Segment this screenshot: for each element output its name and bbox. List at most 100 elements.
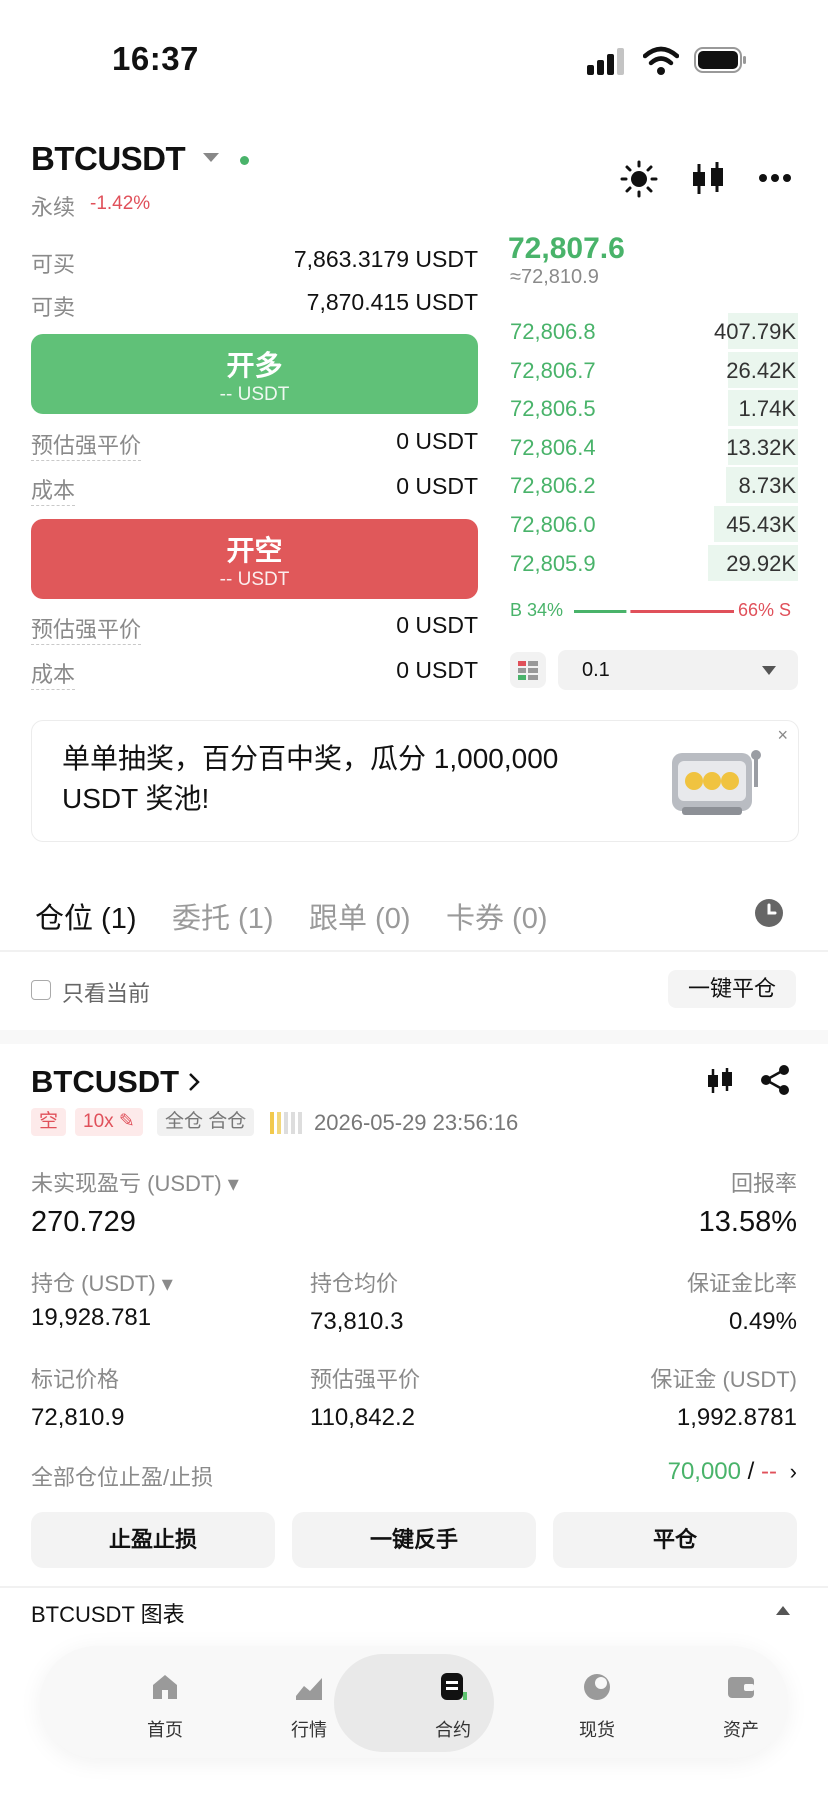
- short-liq-label: 预估强平价: [31, 617, 142, 645]
- short-cost-label: 成本: [31, 662, 76, 690]
- orderbook-bid-row[interactable]: 72,806.0 45.43K: [508, 506, 798, 542]
- bid-price: 72,805.9: [510, 550, 596, 576]
- nav-label-market: 行情: [291, 1720, 327, 1740]
- bid-quantity: 407.79K: [714, 319, 796, 344]
- nav-home[interactable]: 首页: [90, 1646, 240, 1758]
- history-clock-icon[interactable]: [754, 898, 784, 928]
- buy-sell-ratio-bar: [574, 610, 734, 613]
- orderbook-bid-row[interactable]: 72,806.4 13.32K: [508, 428, 798, 465]
- leverage-badge[interactable]: 10x ✎: [75, 1108, 143, 1136]
- tab-copy-trading[interactable]: 跟单 (0): [309, 895, 411, 937]
- market-icon: [296, 1678, 322, 1700]
- position-size-value: 19,928.781: [31, 1304, 152, 1331]
- nav-label-spot: 现货: [579, 1720, 615, 1740]
- orderbook-bid-row[interactable]: 72,806.7 26.42K: [508, 351, 798, 388]
- short-cost-value: 0 USDT: [396, 657, 478, 683]
- bid-price: 72,806.4: [510, 434, 596, 460]
- tpsl-label: 全部仓位止盈/止损: [31, 1465, 214, 1490]
- entry-price-label: 持仓均价: [310, 1271, 399, 1296]
- orderbook-layout-icon[interactable]: [510, 652, 546, 688]
- caret-up-icon[interactable]: [776, 1606, 790, 1615]
- tpsl-button[interactable]: 止盈止损: [31, 1512, 275, 1568]
- orderbook-bid-row[interactable]: 72,806.5 1.74K: [508, 390, 798, 427]
- unrealized-pnl-label[interactable]: 未实现盈亏 (USDT) ▾: [31, 1166, 239, 1198]
- open-long-button[interactable]: 开多 -- USDT: [31, 334, 478, 414]
- divider: [0, 1586, 828, 1588]
- position-size-label[interactable]: 持仓 (USDT) ▾: [31, 1266, 173, 1298]
- buy-available-value: 7,863.3179 USDT: [293, 246, 478, 272]
- buy-available-label: 可买: [31, 252, 76, 277]
- bid-price: 72,806.8: [510, 319, 596, 344]
- nav-spot[interactable]: 现货: [522, 1646, 672, 1758]
- share-icon[interactable]: [760, 1064, 790, 1096]
- futures-icon: [441, 1673, 467, 1700]
- long-liq-value: 0 USDT: [396, 428, 478, 454]
- bid-price: 72,806.7: [510, 357, 596, 383]
- nav-futures[interactable]: 合约: [378, 1646, 528, 1758]
- open-long-amount: -- USDT: [219, 384, 290, 405]
- liq-price-label: 预估强平价: [310, 1367, 421, 1392]
- nav-assets[interactable]: 资产: [666, 1646, 816, 1758]
- long-cost-label: 成本: [31, 478, 76, 506]
- nav-market[interactable]: 行情: [234, 1646, 384, 1758]
- symbol-title[interactable]: BTCUSDT: [31, 140, 186, 178]
- nav-label-futures: 合约: [435, 1720, 471, 1740]
- close-position-button[interactable]: 平仓: [553, 1512, 797, 1568]
- chevron-right-icon: ›: [789, 1459, 797, 1484]
- open-short-label: 开空: [226, 535, 283, 566]
- nav-label-home: 首页: [147, 1720, 183, 1740]
- stop-loss-value: --: [761, 1458, 777, 1485]
- roe-value: 13.58%: [698, 1206, 797, 1238]
- promo-banner[interactable]: 单单抽奖，百分百中奖，瓜分 1,000,000 USDT 奖池! ×: [31, 720, 799, 842]
- price-precision-select[interactable]: 0.1: [558, 650, 798, 690]
- sell-ratio: 66% S: [738, 600, 792, 620]
- spot-icon: [584, 1674, 610, 1700]
- caret-down-icon: ▾: [161, 1271, 173, 1296]
- battery-icon: [694, 47, 746, 73]
- tab-coupons[interactable]: 卡券 (0): [446, 895, 548, 937]
- take-profit-value: 70,000: [667, 1458, 741, 1485]
- sell-available-value: 7,870.415 USDT: [306, 289, 478, 315]
- orderbook-bid-row[interactable]: 72,805.9 29.92K: [508, 544, 798, 581]
- more-icon[interactable]: [758, 172, 792, 184]
- margin-mode-badge: 全仓 合仓: [157, 1108, 255, 1136]
- slot-machine-icon: [672, 750, 761, 815]
- nav-label-assets: 资产: [723, 1720, 759, 1740]
- position-symbol[interactable]: BTCUSDT: [31, 1064, 179, 1100]
- reverse-position-button[interactable]: 一键反手: [292, 1512, 536, 1568]
- bid-price: 72,806.5: [510, 396, 596, 422]
- orderbook-bid-row[interactable]: 72,806.8 407.79K: [508, 313, 798, 349]
- sell-available-label: 可卖: [31, 295, 76, 320]
- orderbook-bid-row[interactable]: 72,806.2 8.73K: [508, 467, 798, 504]
- tab-positions[interactable]: 仓位 (1): [35, 895, 137, 937]
- bottom-nav: 首页 行情 合约 现货 资产: [40, 1646, 788, 1758]
- candlestick-icon[interactable]: [690, 160, 726, 198]
- price-change: -1.42%: [90, 193, 151, 214]
- tpsl-values[interactable]: 70,000 / -- ›: [668, 1458, 797, 1486]
- tab-orders[interactable]: 委托 (1): [172, 895, 274, 937]
- divider: [0, 950, 828, 952]
- entry-price-value: 73,810.3: [310, 1308, 404, 1335]
- bid-quantity: 1.74K: [738, 396, 797, 422]
- sun-icon[interactable]: [620, 160, 658, 198]
- last-price: 72,807.6: [508, 232, 625, 265]
- open-short-button[interactable]: 开空 -- USDT: [31, 519, 478, 599]
- only-current-checkbox[interactable]: [31, 980, 51, 1000]
- caret-down-icon[interactable]: [202, 152, 220, 164]
- only-current-label[interactable]: 只看当前: [62, 976, 150, 1008]
- position-time: 2026-05-29 23:56:16: [314, 1110, 519, 1135]
- margin-value: 1,992.8781: [676, 1404, 797, 1431]
- caret-down-icon: [762, 666, 776, 675]
- wallet-icon: [728, 1677, 754, 1698]
- buy-ratio: B 34%: [510, 600, 564, 620]
- contract-type: 永续: [31, 195, 76, 220]
- close-all-button[interactable]: 一键平仓: [668, 970, 796, 1008]
- close-icon[interactable]: ×: [777, 725, 788, 746]
- home-icon: [153, 1675, 177, 1699]
- chevron-right-icon[interactable]: [188, 1072, 200, 1092]
- candlestick-icon[interactable]: [706, 1066, 734, 1096]
- liq-price-value: 110,842.2: [310, 1404, 415, 1431]
- bid-price: 72,806.2: [510, 473, 596, 499]
- chart-section-title[interactable]: BTCUSDT 图表: [31, 1597, 185, 1629]
- status-time: 16:37: [112, 40, 199, 77]
